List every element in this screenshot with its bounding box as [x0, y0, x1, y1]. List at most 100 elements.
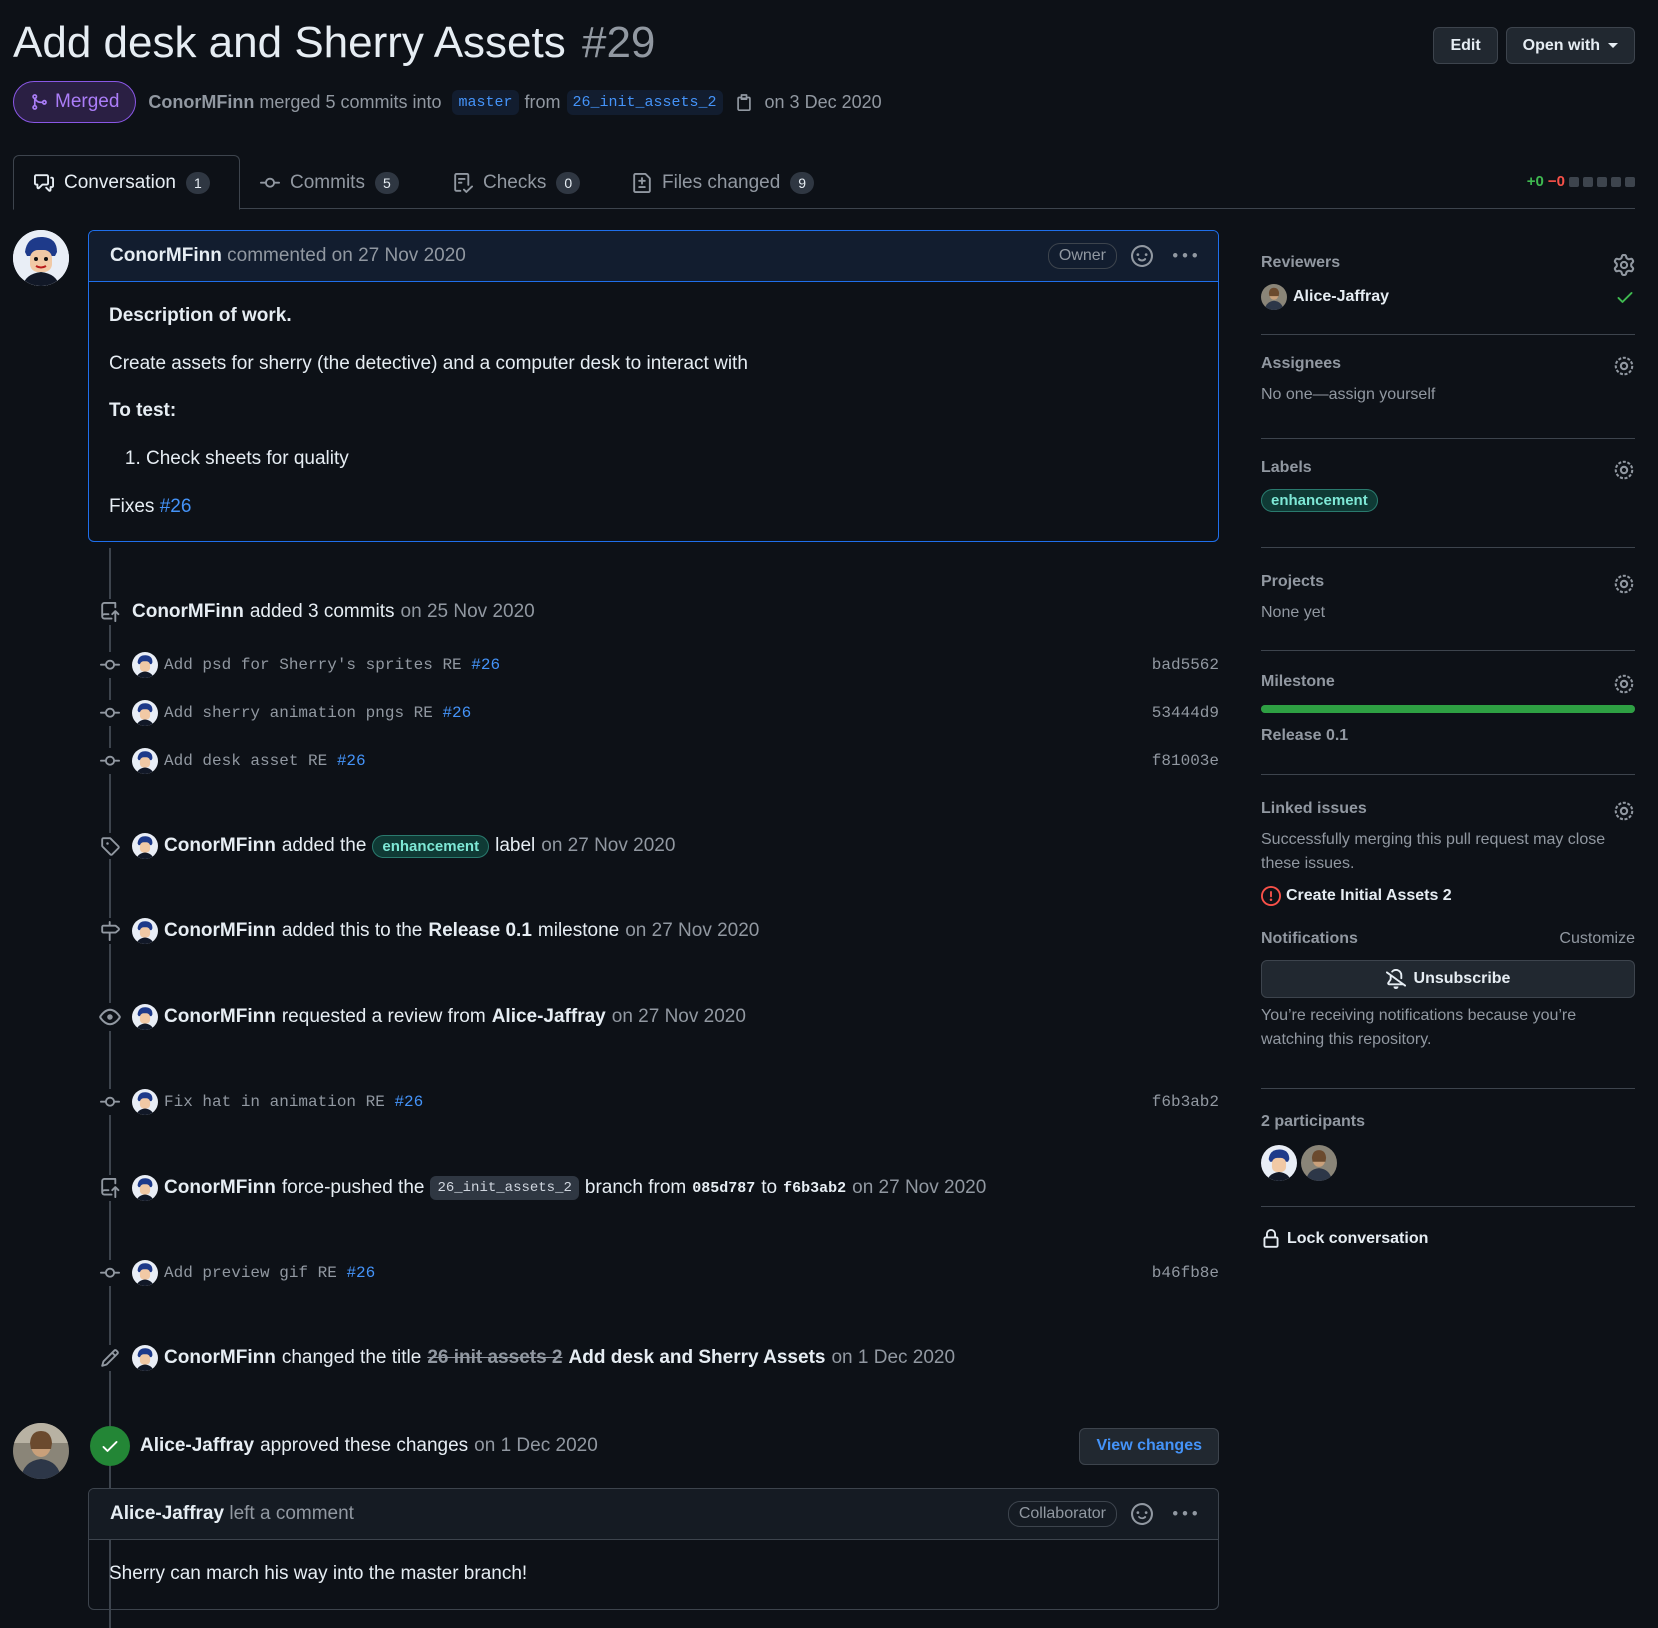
edit-button[interactable]: Edit [1433, 27, 1498, 64]
comment-text: Sherry can march his way into the master… [109, 1563, 528, 1584]
pr-number: #29 [581, 18, 656, 67]
commit-sha[interactable]: bad5562 [1152, 656, 1219, 674]
avatar[interactable] [13, 230, 69, 286]
open-with-button[interactable]: Open with [1505, 27, 1635, 64]
diffstat-deletions: −0 [1547, 173, 1565, 190]
lock-conversation-link[interactable]: Lock conversation [1261, 1207, 1635, 1249]
avatar[interactable] [13, 1423, 69, 1479]
tab-conversation[interactable]: Conversation 1 [13, 155, 240, 210]
assign-yourself-link[interactable]: No one—assign yourself [1261, 383, 1635, 407]
tab-conversation-label: Conversation [64, 171, 176, 193]
gear-icon[interactable] [1613, 573, 1635, 595]
comment-timestamp[interactable]: commented on 27 Nov 2020 [227, 245, 466, 266]
avatar[interactable] [132, 1175, 158, 1201]
gear-icon[interactable] [1613, 673, 1635, 695]
tab-commits-count: 5 [374, 171, 399, 194]
commit-message[interactable]: Add psd for Sherry's sprites RE #26 [164, 656, 500, 674]
issue-closed-icon [1261, 886, 1281, 906]
event-user[interactable]: ConorMFinn [164, 835, 276, 857]
comment-author[interactable]: ConorMFinn [110, 245, 222, 266]
event-date: on 27 Nov 2020 [541, 835, 676, 856]
commit-message[interactable]: Fix hat in animation RE #26 [164, 1093, 423, 1111]
milestone-name[interactable]: Release 0.1 [1261, 727, 1635, 745]
reviewer-link[interactable]: Alice-Jaffray [492, 1006, 606, 1028]
reviewers-heading[interactable]: Reviewers [1261, 254, 1635, 272]
kebab-icon[interactable] [1173, 1502, 1197, 1526]
tab-files-changed[interactable]: Files changed 9 [612, 155, 834, 210]
avatar[interactable] [1301, 1145, 1337, 1181]
commit-sha[interactable]: 53444d9 [1152, 704, 1219, 722]
reviewer-row[interactable]: Alice-Jaffray [1261, 284, 1635, 310]
commit-row: Add preview gif RE #26 b46fb8e [88, 1258, 1219, 1288]
issue-link[interactable]: #26 [160, 496, 192, 517]
event-text: added this to the [281, 920, 423, 941]
event-user[interactable]: ConorMFinn [164, 920, 276, 942]
smiley-icon[interactable] [1131, 1503, 1153, 1525]
issue-link[interactable]: #26 [471, 656, 500, 674]
customize-link[interactable]: Customize [1559, 930, 1635, 948]
projects-heading[interactable]: Projects [1261, 573, 1635, 591]
avatar[interactable] [132, 1004, 158, 1030]
kebab-icon[interactable] [1173, 244, 1197, 268]
gear-icon[interactable] [1613, 254, 1635, 276]
label-pill[interactable]: enhancement [372, 834, 490, 858]
label-pill[interactable]: enhancement [1261, 489, 1378, 512]
event-date: on 27 Nov 2020 [611, 1006, 746, 1027]
tag-icon [101, 837, 120, 856]
collaborator-badge: Collaborator [1007, 1501, 1117, 1527]
smiley-icon[interactable] [1131, 245, 1153, 267]
event-user[interactable]: ConorMFinn [164, 1006, 276, 1028]
branch-name[interactable]: 26_init_assets_2 [430, 1176, 579, 1200]
commit-message[interactable]: Add desk asset RE #26 [164, 752, 366, 770]
linked-issue-row[interactable]: Create Initial Assets 2 [1261, 886, 1635, 906]
milestone-link[interactable]: Release 0.1 [428, 920, 532, 942]
unsubscribe-button[interactable]: Unsubscribe [1261, 960, 1635, 998]
merge-author[interactable]: ConorMFinn [148, 92, 254, 113]
assignees-heading[interactable]: Assignees [1261, 355, 1635, 373]
event-user[interactable]: Alice-Jaffray [140, 1435, 254, 1457]
avatar[interactable] [132, 1260, 158, 1286]
tab-commits-label: Commits [290, 171, 365, 193]
avatar[interactable] [132, 833, 158, 859]
to-sha[interactable]: f6b3ab2 [783, 1180, 846, 1197]
projects-section: Projects None yet [1261, 548, 1635, 651]
labels-section: Labels enhancement [1261, 439, 1635, 548]
base-branch[interactable]: master [452, 89, 519, 115]
issue-link[interactable]: #26 [394, 1093, 423, 1111]
tab-checks[interactable]: Checks 0 [433, 155, 600, 210]
gear-icon[interactable] [1613, 800, 1635, 822]
copy-icon[interactable] [735, 93, 753, 111]
head-branch[interactable]: 26_init_assets_2 [566, 89, 723, 115]
from-sha[interactable]: 085d787 [692, 1180, 755, 1197]
avatar[interactable] [132, 700, 158, 726]
comment-author[interactable]: Alice-Jaffray [110, 1503, 224, 1524]
event-user[interactable]: ConorMFinn [164, 1347, 276, 1369]
avatar[interactable] [132, 1089, 158, 1115]
commit-message[interactable]: Add sherry animation pngs RE #26 [164, 704, 471, 722]
commit-icon [100, 755, 120, 766]
commit-sha[interactable]: f81003e [1152, 752, 1219, 770]
avatar[interactable] [132, 652, 158, 678]
commit-icon [100, 707, 120, 718]
event-user[interactable]: ConorMFinn [132, 601, 244, 623]
avatar[interactable] [1261, 1145, 1297, 1181]
labels-heading[interactable]: Labels [1261, 459, 1635, 477]
gear-icon[interactable] [1613, 459, 1635, 481]
avatar[interactable] [132, 748, 158, 774]
gear-icon[interactable] [1613, 355, 1635, 377]
issue-link[interactable]: #26 [346, 1264, 375, 1282]
commit-message[interactable]: Add preview gif RE #26 [164, 1264, 375, 1282]
issue-link[interactable]: #26 [337, 752, 366, 770]
issue-link[interactable]: #26 [442, 704, 471, 722]
event-user[interactable]: ConorMFinn [164, 1177, 276, 1199]
tab-commits[interactable]: Commits 5 [240, 155, 419, 210]
commit-sha[interactable]: f6b3ab2 [1152, 1093, 1219, 1111]
view-changes-button[interactable]: View changes [1079, 1427, 1219, 1465]
commit-sha[interactable]: b46fb8e [1152, 1264, 1219, 1282]
caret-down-icon [1608, 43, 1618, 48]
avatar[interactable] [132, 1345, 158, 1371]
diffstat: +0 −0 [1527, 173, 1635, 190]
linked-issues-heading[interactable]: Linked issues [1261, 800, 1635, 818]
avatar[interactable] [132, 918, 158, 944]
milestone-heading[interactable]: Milestone [1261, 673, 1635, 691]
